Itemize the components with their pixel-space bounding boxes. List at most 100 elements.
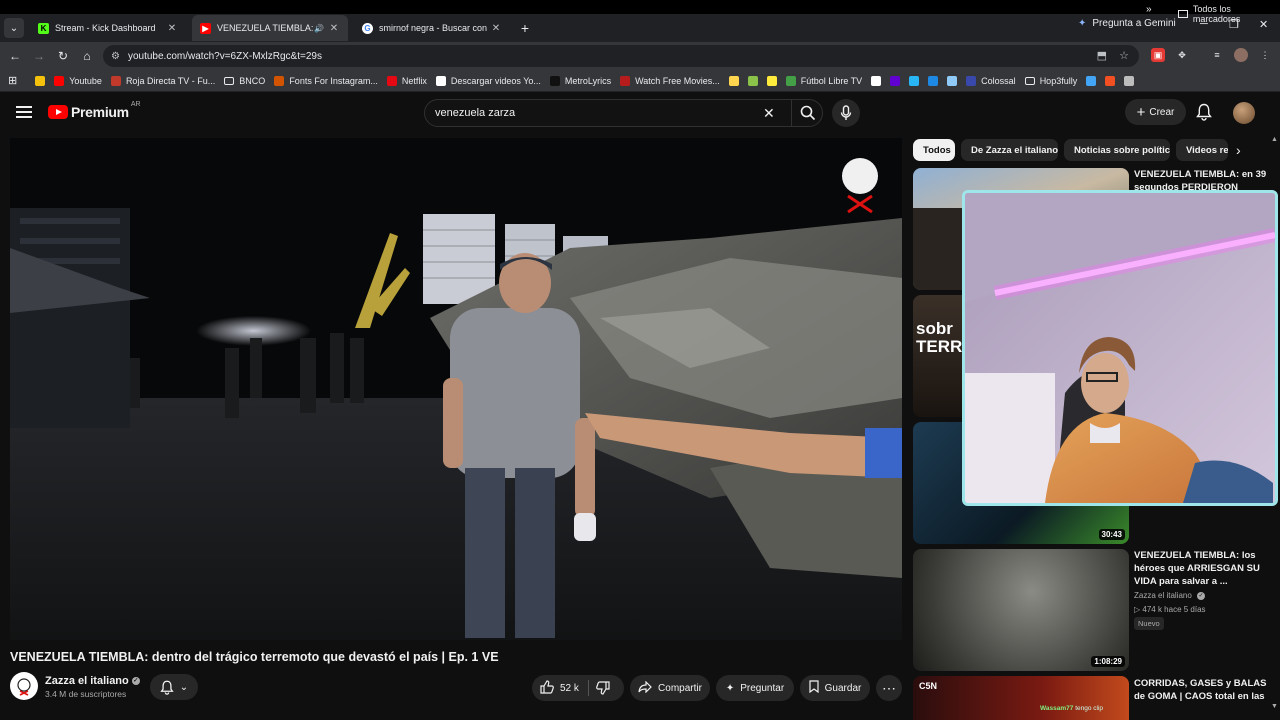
bookmark-item[interactable] [35, 75, 46, 86]
channel-avatar[interactable] [10, 672, 38, 700]
extensions-puzzle-icon[interactable]: ✥ [1175, 48, 1189, 62]
notifications-bell-icon[interactable] [1196, 103, 1212, 121]
gemini-label: Pregunta a Gemini [1092, 18, 1176, 29]
bookmark-item[interactable]: Descargar videos Yo... [435, 75, 541, 86]
chip-channel[interactable]: De Zazza el italiano [961, 139, 1058, 161]
bookmark-item[interactable] [871, 75, 882, 86]
all-bookmarks-label: Todos los marcadores [1192, 4, 1241, 24]
thumb-overlay-text: sobr TERREM [916, 320, 962, 356]
account-avatar[interactable] [1233, 102, 1255, 124]
more-actions-button[interactable]: ⋯ [876, 675, 902, 701]
media-control-icon[interactable]: ≡ [1210, 48, 1224, 62]
chip-todos[interactable]: Todos [913, 139, 955, 161]
thumb-figure [913, 208, 963, 290]
speaker-icon[interactable]: 🔊 [314, 24, 324, 33]
dislike-button[interactable] [596, 681, 610, 698]
all-bookmarks-button[interactable]: Todos los marcadores [1178, 4, 1280, 24]
share-button[interactable]: Compartir [630, 675, 710, 701]
bookmark-item[interactable]: Netflix [386, 75, 427, 86]
ask-button[interactable]: ✦ Preguntar [716, 675, 794, 701]
bookmark-item[interactable] [747, 75, 758, 86]
save-button[interactable]: Guardar [800, 675, 870, 701]
related-title[interactable]: VENEZUELA TIEMBLA: los héroes que ARRIES… [1134, 549, 1268, 588]
channel-name[interactable]: Zazza el italiano ✓ [45, 675, 140, 687]
tab-title: Stream - Kick Dashboard [55, 23, 156, 33]
bookmark-item[interactable]: Youtube [54, 75, 102, 86]
home-icon[interactable]: ⌂ [75, 44, 99, 68]
close-icon[interactable]: ✕ [166, 23, 178, 34]
profile-avatar[interactable] [1234, 48, 1248, 62]
browser-menu-icon[interactable]: ⋮ [1258, 48, 1272, 62]
bookmarks-overflow-icon[interactable]: » [1146, 4, 1152, 15]
search-value: venezuela zarza [435, 107, 516, 119]
tab-kick[interactable]: K Stream - Kick Dashboard ✕ [30, 15, 186, 41]
bookmark-star-icon[interactable]: ☆ [1119, 49, 1129, 62]
extension-icon[interactable]: ▣ [1151, 48, 1165, 62]
search-button[interactable] [791, 100, 823, 126]
ask-label: Preguntar [740, 682, 785, 694]
related-meta: ▷ 474 k hace 5 días [1134, 605, 1206, 614]
chip-politics[interactable]: Noticias sobre política [1064, 139, 1170, 161]
chat-user: Wassam77 [1040, 705, 1074, 712]
clear-search-icon[interactable]: ✕ [763, 105, 775, 122]
reload-icon[interactable]: ↻ [51, 44, 75, 68]
subscriber-count: 3.4 M de suscriptores [45, 689, 127, 699]
like-button[interactable] [540, 679, 554, 697]
bookmark-item[interactable] [1124, 75, 1135, 86]
youtube-header: Premium AR venezuela zarza ✕ + Crear [0, 92, 1280, 134]
bookmark-item[interactable]: Colossal [966, 75, 1016, 86]
bookmark-item[interactable] [947, 75, 958, 86]
bookmark-item[interactable] [1105, 75, 1116, 86]
bookmark-item[interactable]: BNCO [224, 76, 265, 86]
gemini-button[interactable]: ✦ Pregunta a Gemini [1078, 18, 1176, 29]
video-player[interactable] [10, 138, 902, 640]
close-icon[interactable]: ✕ [490, 23, 502, 34]
address-bar[interactable]: ⚙ youtube.com/watch?v=6ZX-MxlzRgc&t=29s … [103, 45, 1139, 67]
apps-grid-icon[interactable]: ⊞ [8, 74, 17, 87]
bookmark-item[interactable] [890, 75, 901, 86]
scroll-up-icon[interactable]: ▲ [1271, 136, 1278, 143]
folder-icon [224, 76, 235, 85]
site-info-icon[interactable]: ⚙ [111, 51, 120, 62]
bookmark-label: Descargar videos Yo... [450, 75, 541, 86]
back-icon[interactable]: ← [3, 44, 27, 68]
menu-icon[interactable] [16, 104, 32, 120]
related-thumbnail[interactable]: C5N [913, 676, 1129, 720]
bookmark-item[interactable]: Fonts For Instagram... [274, 75, 378, 86]
voice-search-button[interactable] [832, 99, 860, 127]
scroll-down-icon[interactable]: ▼ [1271, 703, 1278, 710]
related-title[interactable]: CORRIDAS, GASES y BALAS de GOMA | CAOS t… [1134, 677, 1268, 703]
related-thumbnail[interactable]: 1:08:29 [913, 549, 1129, 671]
subscription-bell-button[interactable]: ⌄ [150, 674, 198, 700]
page-scrollbar[interactable]: ▲ ▼ [1270, 134, 1278, 720]
bookmark-item[interactable] [909, 75, 920, 86]
create-button[interactable]: + Crear [1125, 99, 1186, 125]
tab-youtube[interactable]: ▶ VENEZUELA TIEMBLA: dentro 🔊 ✕ [192, 15, 348, 41]
close-icon[interactable]: ✕ [328, 23, 340, 34]
chat-overlay-line: Wassam77 tengo clip [1040, 705, 1103, 712]
sparkle-icon: ✦ [725, 682, 735, 694]
chip-related[interactable]: Videos re [1176, 139, 1228, 161]
duration-badge: 30:43 [1098, 529, 1125, 540]
related-meta-text: 474 k hace 5 días [1142, 605, 1206, 614]
install-app-icon[interactable]: ⬒ [1097, 49, 1107, 62]
tab-search-button[interactable]: ⌄ [4, 18, 24, 38]
save-label: Guardar [824, 682, 862, 694]
bookmark-item[interactable] [728, 75, 739, 86]
bookmark-item[interactable] [1086, 75, 1097, 86]
bookmark-item[interactable] [766, 75, 777, 86]
forward-icon[interactable]: → [27, 44, 51, 68]
related-channel[interactable]: Zazza el italiano ✓ [1134, 591, 1206, 600]
bookmark-item[interactable]: Roja Directa TV - Fu... [110, 75, 215, 86]
search-input[interactable]: venezuela zarza ✕ [424, 99, 823, 127]
bookmark-item[interactable]: Hop3fully [1024, 76, 1077, 86]
chat-message: tengo clip [1075, 705, 1104, 712]
bookmark-item[interactable]: Fútbol Libre TV [785, 75, 862, 86]
bookmark-item[interactable]: MetroLyrics [549, 75, 611, 86]
youtube-logo[interactable]: Premium AR [48, 101, 141, 120]
tab-google[interactable]: G smirnof negra - Buscar con Goo ✕ [354, 15, 510, 41]
new-tab-button[interactable]: + [514, 17, 536, 39]
chevron-right-icon[interactable]: › [1236, 142, 1241, 158]
bookmark-item[interactable]: Watch Free Movies... [620, 75, 720, 86]
bookmark-item[interactable] [928, 75, 939, 86]
